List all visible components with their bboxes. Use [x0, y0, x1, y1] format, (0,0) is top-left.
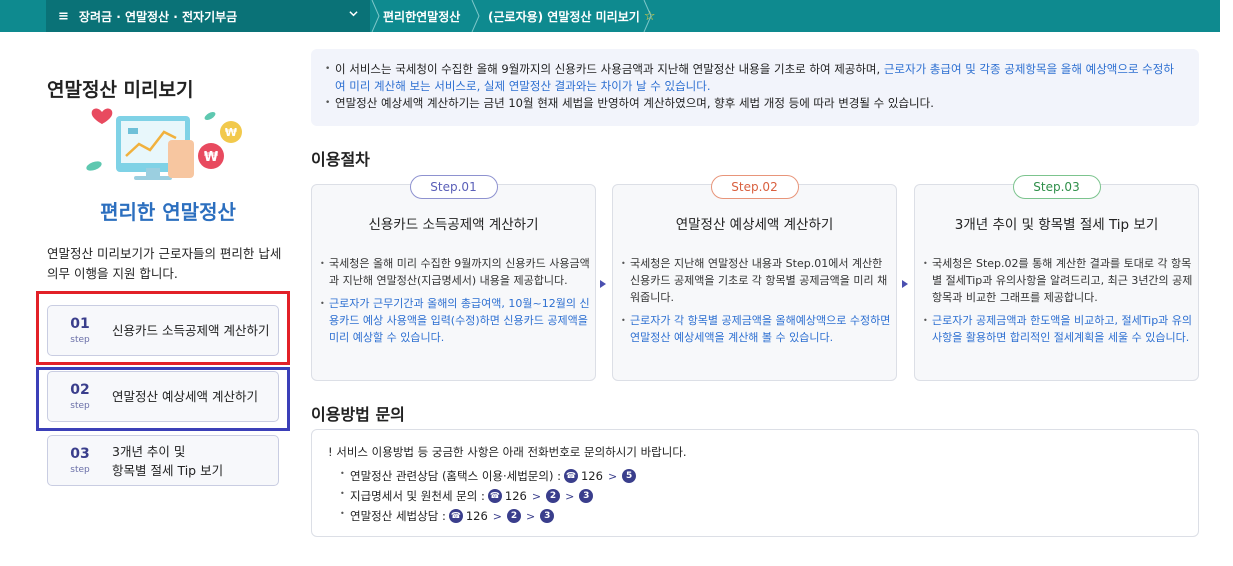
arrow-right-icon	[600, 280, 606, 288]
sidebar-description: 연말정산 미리보기가 근로자들의 편리한 납세 의무 이행을 지원 합니다.	[47, 246, 282, 281]
step-number: 03	[70, 446, 90, 462]
contact-info-box: ! 서비스 이용방법 등 궁금한 사항은 아래 전화번호로 문의하시기 바랍니다…	[311, 429, 1199, 537]
step-02-pill: Step.02	[710, 175, 799, 199]
top-navigation-bar: ≡ 장려금 · 연말정산 · 전자기부금 편리한연말정산 (근로자용) 연말정산…	[0, 0, 1220, 32]
breadcrumb-current-label: (근로자용) 연말정산 미리보기	[488, 9, 640, 24]
procedure-step-03-card: Step.03 3개년 추이 및 항목별 절세 Tip 보기 국세청은 Step…	[914, 175, 1199, 381]
procedure-step-02-desc-2: 근로자가 각 항목별 공제금액을 올해예상액으로 수정하면 연말정산 예상세액을…	[621, 312, 893, 346]
contact-row: 연말정산 관련상담 (홈택스 이용·세법문의) : ☎ 126 > 5	[340, 466, 1184, 486]
step-03-pill: Step.03	[1012, 175, 1101, 199]
chevron-right-icon: >	[565, 489, 575, 503]
option-number-badge: 3	[579, 489, 594, 503]
breadcrumb-current-page[interactable]: (근로자용) 연말정산 미리보기 ☆	[488, 0, 655, 32]
hamburger-icon: ≡	[58, 8, 69, 24]
notice-line-1-text: 이 서비스는 국세청이 수집한 올해 9월까지의 신용카드 사용금액과 지난해 …	[335, 62, 884, 76]
highlight-box-blue	[36, 367, 290, 431]
arrow-right-icon	[902, 280, 908, 288]
breadcrumb-separator-icon	[371, 0, 380, 32]
chevron-down-icon	[349, 11, 358, 17]
option-number-badge: 2	[546, 489, 561, 503]
chevron-right-icon: >	[607, 469, 618, 483]
option-number-badge: 3	[540, 509, 555, 523]
contact-phone-number: 126	[504, 489, 527, 503]
category-menu-label: 장려금 · 연말정산 · 전자기부금	[78, 9, 238, 24]
notice-line-2: 연말정산 예상세액 계산하기는 금년 10월 현재 세법을 반영하여 계산하였으…	[325, 95, 1183, 112]
contact-row-label: 연말정산 세법상담 :	[350, 509, 446, 523]
procedure-step-02-title: 연말정산 예상세액 계산하기	[675, 217, 834, 233]
service-notice-box: 이 서비스는 국세청이 수집한 올해 9월까지의 신용카드 사용금액과 지난해 …	[311, 49, 1199, 126]
highlight-box-red	[36, 291, 290, 365]
svg-text:₩: ₩	[204, 150, 219, 165]
step-01-pill: Step.01	[409, 175, 498, 199]
procedure-step-02-desc: 국세청은 지난해 연말정산 내용과 Step.01에서 계산한 신용카드 공제액…	[621, 255, 893, 352]
breadcrumb-separator-icon	[643, 0, 652, 32]
contact-row: 연말정산 세법상담 : ☎ 126 > 2 > 3	[340, 506, 1184, 526]
step-03-label-line-2: 항목별 절세 Tip 보기	[112, 462, 224, 478]
step-number-block: 03 step	[48, 446, 112, 475]
phone-icon: ☎	[448, 509, 463, 523]
option-number-badge: 2	[507, 509, 521, 523]
step-word: step	[70, 465, 90, 475]
category-menu-dropdown[interactable]: ≡ 장려금 · 연말정산 · 전자기부금	[46, 0, 370, 32]
calculator-illustration-icon: ₩ ₩	[86, 108, 242, 180]
step-03-card[interactable]: 03 step 3개년 추이 및 항목별 절세 Tip 보기	[47, 435, 279, 486]
procedure-step-01-desc-2: 근로자가 근무기간과 올해의 총급여액, 10월~12월의 신용카드 예상 사용…	[320, 295, 592, 346]
step-03-label-line-1: 3개년 추이 및	[112, 443, 186, 459]
step-03-label: 3개년 추이 및 항목별 절세 Tip 보기	[112, 442, 223, 480]
procedure-step-01-desc-1: 국세청은 올해 미리 수집한 9월까지의 신용카드 사용금액과 지난해 연말정산…	[320, 255, 592, 289]
procedure-step-01-card: Step.01 신용카드 소득공제액 계산하기 국세청은 올해 미리 수집한 9…	[311, 175, 596, 381]
procedure-step-02-desc-1: 국세청은 지난해 연말정산 내용과 Step.01에서 계산한 신용카드 공제액…	[621, 255, 893, 306]
option-number-badge: 5	[622, 469, 637, 483]
illustration-title: 편리한 연말정산	[100, 200, 236, 224]
contact-row-label: 연말정산 관련상담 (홈택스 이용·세법문의) :	[350, 469, 561, 483]
chevron-right-icon: >	[526, 509, 536, 523]
notice-line-1: 이 서비스는 국세청이 수집한 올해 9월까지의 신용카드 사용금액과 지난해 …	[325, 61, 1183, 95]
procedure-step-03-desc: 국세청은 Step.02를 통해 계산한 결과를 토대로 각 항목별 절세Tip…	[923, 255, 1195, 352]
procedure-step-03-desc-1: 국세청은 Step.02를 통해 계산한 결과를 토대로 각 항목별 절세Tip…	[923, 255, 1195, 306]
phone-icon: ☎	[563, 469, 578, 483]
procedure-step-03-desc-2: 근로자가 공제금액과 한도액을 비교하고, 절세Tip과 유의사항을 활용하면 …	[923, 312, 1195, 346]
contact-row: 지급명세서 및 원천세 문의 : ☎ 126 > 2 > 3	[340, 486, 1184, 506]
procedure-step-01-desc: 국세청은 올해 미리 수집한 9월까지의 신용카드 사용금액과 지난해 연말정산…	[320, 255, 592, 352]
procedure-step-01-title: 신용카드 소득공제액 계산하기	[368, 217, 539, 233]
breadcrumb-separator-icon	[471, 0, 480, 32]
svg-text:₩: ₩	[225, 126, 237, 139]
phone-icon: ☎	[487, 489, 502, 503]
contact-row-label: 지급명세서 및 원천세 문의 :	[350, 489, 485, 503]
sidebar-title: 연말정산 미리보기	[47, 79, 194, 101]
chevron-right-icon: >	[492, 509, 502, 523]
contact-section-title: 이용방법 문의	[311, 405, 405, 424]
contact-phone-number: 126	[465, 509, 488, 523]
procedure-step-03-title: 3개년 추이 및 항목별 절세 Tip 보기	[954, 217, 1159, 233]
contact-phone-number: 126	[580, 469, 603, 483]
breadcrumb-convenient-settlement[interactable]: 편리한연말정산	[383, 0, 460, 32]
procedure-section-title: 이용절차	[311, 150, 370, 169]
contact-lead-text: ! 서비스 이용방법 등 궁금한 사항은 아래 전화번호로 문의하시기 바랍니다…	[328, 445, 687, 459]
procedure-step-02-card: Step.02 연말정산 예상세액 계산하기 국세청은 지난해 연말정산 내용과…	[612, 175, 897, 381]
chevron-right-icon: >	[531, 489, 542, 503]
